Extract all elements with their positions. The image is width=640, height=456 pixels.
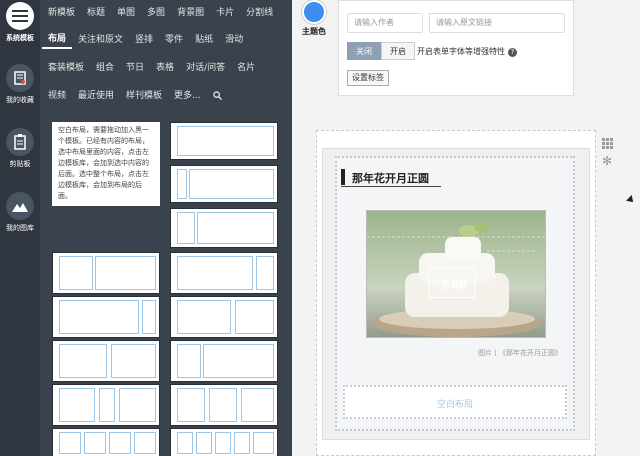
menu-item-new-template[interactable]: 新模板 — [42, 4, 81, 22]
menu-icon — [6, 2, 34, 30]
layout-template[interactable] — [52, 296, 160, 338]
menu-item-title[interactable]: 标题 — [81, 4, 111, 22]
gear-icon[interactable]: ✻ — [602, 155, 616, 167]
search-icon[interactable] — [207, 87, 228, 105]
image-caption: 图片丨《那年花开月正圆》 — [478, 349, 562, 357]
menu-item-parts[interactable]: 零件 — [159, 31, 189, 49]
menu-item-festival[interactable]: 节日 — [120, 59, 150, 77]
menu-item-multi-image[interactable]: 多图 — [141, 4, 171, 22]
layout-template[interactable] — [52, 340, 160, 382]
book-icon — [6, 64, 34, 92]
layout-template[interactable] — [52, 252, 160, 294]
menu-item-sample-templates[interactable]: 样刊模板 — [120, 87, 168, 105]
menu-item-single-image[interactable]: 单图 — [111, 4, 141, 22]
toggle-on-button[interactable]: 开启 — [381, 42, 415, 60]
title-marker — [341, 169, 345, 185]
menu-item-recent[interactable]: 最近使用 — [72, 87, 120, 105]
menu-item-dialog-qa[interactable]: 对话/问答 — [180, 59, 231, 77]
menu-item-background[interactable]: 背景图 — [171, 4, 210, 22]
layout-template[interactable] — [52, 428, 160, 456]
blank-layout-description: 空白布局，需要拖动加入黑一个模板。已经有内容的布局，选中布局里面的内容，点击左边… — [58, 126, 149, 200]
editor-side-tools: ✻ — [602, 138, 616, 167]
enhanced-toggle[interactable]: 关闭 开启 — [347, 42, 415, 60]
toggle-label: 开启表单字体等增强特性? — [417, 46, 517, 57]
menu-row-1: 新模板 标题 单图 多图 背景图 卡片 分割线 — [42, 4, 279, 22]
menu-item-stickers[interactable]: 贴纸 — [189, 31, 219, 49]
menu-item-layout[interactable]: 布局 — [42, 31, 73, 49]
rail-item-system-templates[interactable]: 系统模板 — [0, 2, 40, 43]
blank-layout-template[interactable]: 空白布局，需要拖动加入黑一个模板。已经有内容的布局，选中布局里面的内容，点击左边… — [52, 122, 160, 206]
theme-color-picker[interactable]: 主题色 — [296, 0, 332, 37]
source-link-input[interactable]: 请输入原文链接 — [429, 13, 565, 33]
menu-item-template-sets[interactable]: 套装模板 — [42, 59, 90, 77]
layout-template[interactable] — [170, 296, 278, 338]
image-label-box[interactable]: 小方套装 — [428, 268, 476, 298]
clipboard-icon — [6, 128, 34, 156]
menu-item-divider[interactable]: 分割线 — [240, 4, 279, 22]
layout-template[interactable] — [170, 428, 278, 456]
layout-template[interactable] — [170, 122, 278, 160]
layout-template[interactable] — [52, 384, 160, 426]
blank-layout-text: 空白布局 — [436, 400, 473, 410]
blank-layout-block[interactable]: 空白布局 — [343, 385, 567, 419]
article-title-block[interactable]: 那年花开月正圆 — [341, 166, 567, 188]
mountain-icon — [6, 192, 34, 220]
layout-template[interactable] — [170, 165, 278, 203]
layout-template[interactable] — [170, 252, 278, 294]
help-icon[interactable]: ? — [508, 48, 517, 57]
menu-item-table[interactable]: 表格 — [150, 59, 180, 77]
image-label-text: 小方套装 — [432, 281, 469, 291]
rail-item-label: 剪贴板 — [9, 160, 31, 168]
menu-row-2: 布局 关注和原文 竖排 零件 贴纸 滑动 — [42, 31, 249, 49]
layout-template[interactable] — [170, 208, 278, 248]
grid-icon[interactable] — [602, 138, 616, 149]
toggle-off-button[interactable]: 关闭 — [347, 42, 381, 60]
theme-color-swatch[interactable] — [302, 0, 326, 24]
icon-rail: 系统模板 我的收藏 剪贴板 我的图库 — [0, 0, 40, 456]
menu-item-slide[interactable]: 滑动 — [219, 31, 249, 49]
article-title: 那年花开月正圆 — [352, 172, 429, 185]
menu-row-3: 套装模板 组合 节日 表格 对话/问答 名片 — [42, 59, 261, 77]
menu-row-4: 视频 最近使用 样刊模板 更多... — [42, 87, 228, 105]
article-settings: 请输入作者 请输入原文链接 关闭 开启 开启表单字体等增强特性? 设置标签 — [338, 0, 574, 96]
rail-item-clipboard[interactable]: 剪贴板 — [0, 128, 40, 169]
menu-item-combination[interactable]: 组合 — [90, 59, 120, 77]
rail-item-label: 系统模板 — [6, 34, 34, 42]
menu-item-business-card[interactable]: 名片 — [231, 59, 261, 77]
layout-template[interactable] — [170, 340, 278, 382]
menu-item-video[interactable]: 视频 — [42, 87, 72, 105]
author-input[interactable]: 请输入作者 — [347, 13, 423, 33]
mouse-cursor-icon — [626, 195, 636, 205]
rail-item-label: 我的图库 — [6, 224, 34, 232]
rail-item-favorites[interactable]: 我的收藏 — [0, 64, 40, 105]
rail-item-label: 我的收藏 — [6, 96, 34, 104]
menu-item-vertical[interactable]: 竖排 — [129, 31, 159, 49]
layout-template[interactable] — [170, 384, 278, 426]
set-tags-button[interactable]: 设置标签 — [347, 70, 389, 86]
rail-item-gallery[interactable]: 我的图库 — [0, 192, 40, 233]
menu-item-more[interactable]: 更多... — [168, 87, 207, 105]
theme-color-label: 主题色 — [302, 27, 326, 36]
title-underline — [341, 186, 441, 187]
toggle-label-text: 开启表单字体等增强特性 — [417, 47, 505, 56]
menu-item-follow-source[interactable]: 关注和原文 — [72, 31, 129, 49]
menu-item-card[interactable]: 卡片 — [210, 4, 240, 22]
